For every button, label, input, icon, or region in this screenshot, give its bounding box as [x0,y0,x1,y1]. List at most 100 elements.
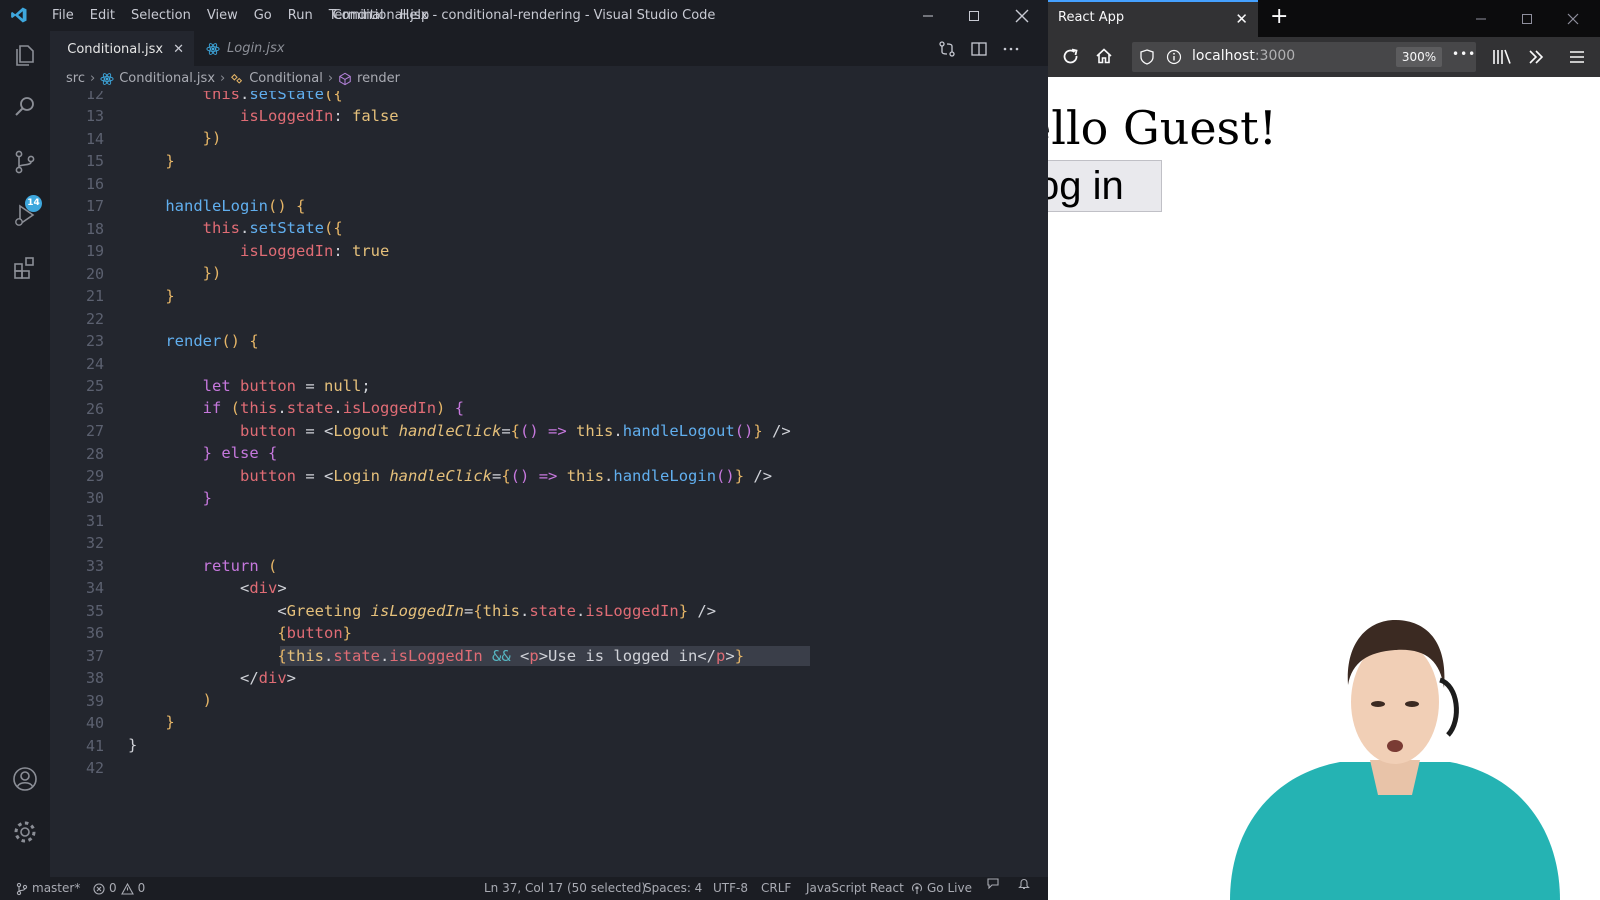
split-editor-icon[interactable] [970,40,988,58]
encoding-setting[interactable]: UTF-8 [713,877,748,900]
menu-go[interactable]: Go [246,0,280,31]
info-icon[interactable] [1166,49,1182,65]
line-number: 23 [85,332,104,351]
breadcrumb: src › Conditional.jsx › Conditional › re… [50,66,1048,91]
url-text[interactable]: localhost:3000 [1192,48,1295,64]
menu-edit[interactable]: Edit [82,0,123,31]
menu-view[interactable]: View [199,0,246,31]
editor-tab-bar: Conditional.jsx ✕ Login.jsx [50,31,1048,66]
indentation-setting[interactable]: Spaces: 4 [644,877,702,900]
close-icon [1015,9,1029,22]
code-line-27: button = <Logout handleClick={() => this… [239,422,791,440]
close-window-button[interactable] [999,0,1045,31]
line-number: 15 [85,152,104,171]
overflow-menu-icon[interactable] [1527,48,1545,66]
more-actions-icon[interactable] [1002,40,1020,58]
minimize-icon [923,15,933,16]
address-bar[interactable]: localhost:3000 300% ••• [1132,42,1476,72]
browser-tab-close-icon[interactable]: ✕ [1235,10,1248,28]
git-branch-icon [16,882,28,895]
hamburger-menu-icon[interactable] [1568,48,1586,66]
login-button[interactable]: og in [1048,160,1162,212]
line-ending-setting[interactable]: CRLF [761,877,791,900]
open-changes-icon[interactable] [938,40,956,58]
close-icon [1567,13,1579,24]
editor-actions [938,31,1020,66]
run-debug-icon[interactable] [11,201,39,229]
account-icon[interactable] [11,765,39,793]
tab-label: Conditional.jsx [67,41,164,57]
line-number: 21 [85,287,104,306]
notifications-item[interactable] [1018,877,1030,890]
browser-close-button[interactable] [1550,0,1596,37]
code-line-40: } [165,713,175,731]
branch-name: master* [32,881,81,895]
minimize-button[interactable] [905,0,951,31]
zoom-level-button[interactable]: 300% [1396,47,1442,67]
line-number: 17 [85,197,104,216]
settings-gear-icon[interactable] [11,818,39,846]
code-line-34: <div> [239,579,287,597]
source-control-icon[interactable] [11,148,39,176]
breadcrumb-folder[interactable]: src [66,71,85,86]
line-number: 26 [85,399,104,418]
extensions-icon[interactable] [11,254,39,282]
search-icon[interactable] [11,93,39,121]
line-number: 40 [85,714,104,733]
line-number: 14 [85,129,104,148]
line-number: 35 [85,601,104,620]
problems-item[interactable]: 0 0 [93,877,145,900]
greeting-heading: ello Guest! [1048,101,1278,155]
breadcrumb-file[interactable]: Conditional.jsx [119,71,215,86]
breadcrumb-method[interactable]: render [357,71,400,86]
browser-navigation-bar: localhost:3000 300% ••• [1048,37,1600,77]
code-line-26: if (this.state.isLoggedIn) { [202,399,465,417]
maximize-icon [969,10,979,21]
tab-login-jsx[interactable]: Login.jsx [196,31,306,66]
code-line-23: render() { [165,332,259,350]
vscode-window: File Edit Selection View Go Run Terminal… [0,0,1048,900]
maximize-icon [1522,13,1532,24]
explorer-icon[interactable] [11,41,39,69]
reload-icon[interactable] [1062,48,1080,66]
line-number: 27 [85,422,104,441]
go-live-item[interactable]: Go Live [911,877,972,900]
screen: File Edit Selection View Go Run Terminal… [0,0,1600,900]
line-number: 30 [85,489,104,508]
code-line-38: </div> [239,669,296,687]
menu-selection[interactable]: Selection [123,0,199,31]
line-number: 19 [85,242,104,261]
browser-minimize-button[interactable] [1458,0,1504,37]
warning-icon [120,882,134,895]
cursor-position[interactable]: Ln 37, Col 17 (50 selected) [484,877,646,900]
shield-icon[interactable] [1140,49,1154,65]
maximize-button[interactable] [951,0,997,31]
code-line-17: handleLogin() { [165,197,306,215]
feedback-icon [987,878,999,889]
browser-maximize-button[interactable] [1504,0,1550,37]
line-number: 42 [85,759,104,778]
code-line-20: }) [202,264,222,282]
breadcrumb-class[interactable]: Conditional [249,71,323,86]
tab-conditional-jsx[interactable]: Conditional.jsx ✕ [50,31,194,66]
menu-terminal[interactable]: Terminal [321,0,392,31]
new-tab-button[interactable]: + [1270,4,1288,29]
library-icon[interactable] [1492,48,1512,66]
code-editor[interactable]: 12 13 14 15 16 17 18 19 20 21 22 23 24 25 26 27 28 29 30 31… [50,91,1048,877]
bell-icon [1018,879,1030,890]
menu-help[interactable]: Help [392,0,438,31]
home-icon[interactable] [1095,47,1113,65]
menu-file[interactable]: File [44,0,82,31]
page-actions-menu-icon[interactable]: ••• [1452,47,1476,61]
tab-close-icon[interactable]: ✕ [173,42,184,57]
code-line-13: isLoggedIn: false [239,107,399,125]
git-branch-item[interactable]: master* [16,877,80,900]
menu-run[interactable]: Run [280,0,321,31]
browser-tab-react-app[interactable]: React App ✕ [1048,0,1258,37]
feedback-item[interactable] [986,877,1000,889]
tab-label: Login.jsx [227,41,285,56]
language-mode[interactable]: JavaScript React [806,877,904,900]
method-symbol-icon [339,72,351,85]
line-number: 25 [85,377,104,396]
code-line-19: isLoggedIn: true [239,242,390,260]
